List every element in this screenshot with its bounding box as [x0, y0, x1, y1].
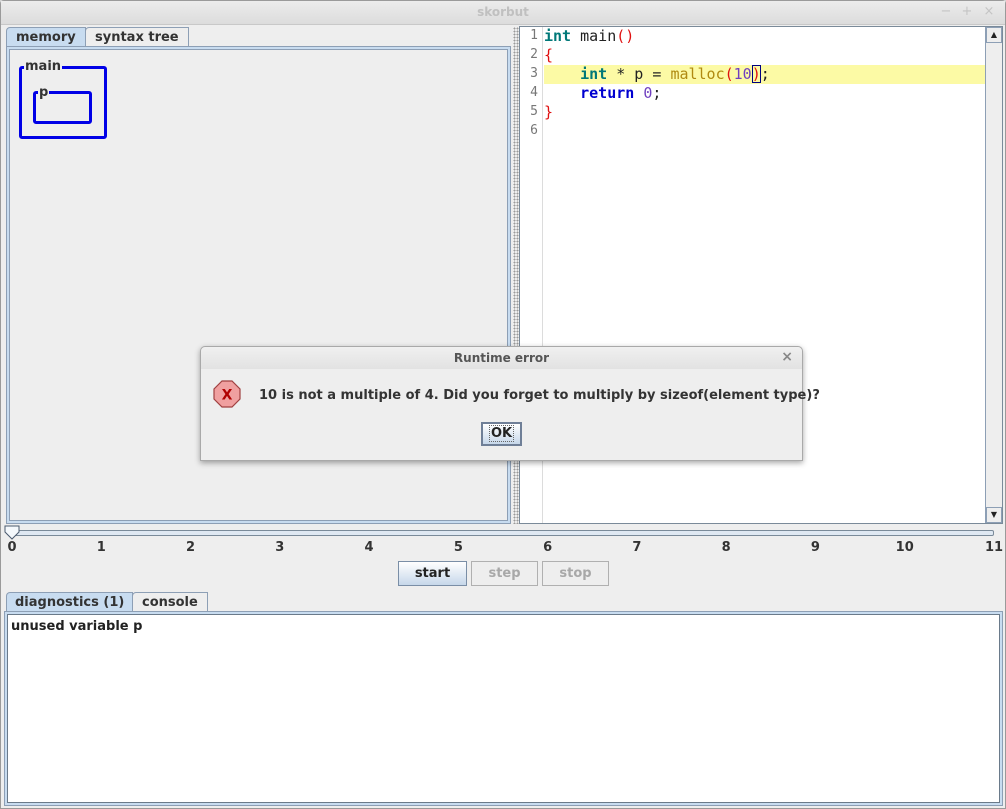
- timeline-tick-label: 7: [632, 540, 642, 555]
- code-line[interactable]: {: [544, 46, 985, 65]
- code-token: {: [544, 46, 554, 64]
- timeline-tick-label: 5: [453, 540, 463, 555]
- timeline-tick-label: 2: [186, 540, 196, 555]
- timeline-tick-label: 10: [895, 540, 914, 555]
- title-bar[interactable]: skorbut − + ×: [1, 1, 1005, 25]
- code-token: malloc: [670, 65, 725, 83]
- step-button[interactable]: step: [471, 561, 538, 586]
- stop-button[interactable]: stop: [542, 561, 609, 586]
- timeline-tick-label: 1: [96, 540, 106, 555]
- code-token: return: [580, 84, 635, 102]
- diagnostics-list[interactable]: unused variable p: [7, 614, 1000, 803]
- ok-button-label: OK: [488, 425, 515, 442]
- code-line[interactable]: [544, 122, 985, 141]
- timeline-tick-label: 0: [7, 540, 17, 555]
- line-number: 2: [530, 47, 538, 62]
- timeline-tick-label: 11: [984, 540, 1004, 555]
- code-line[interactable]: int * p = malloc(10);: [544, 65, 985, 84]
- main-window: skorbut − + × memory syntax tree main p …: [0, 0, 1006, 809]
- line-number: 3: [530, 66, 538, 81]
- error-icon-glyph: X: [222, 388, 233, 404]
- runtime-error-dialog: Runtime error × X 10 is not a multiple o…: [200, 346, 820, 461]
- timeline-tick-label: 8: [721, 540, 731, 555]
- code-token: main: [571, 27, 617, 45]
- tab-syntax-tree[interactable]: syntax tree: [85, 27, 189, 47]
- code-token: 10: [733, 65, 752, 83]
- error-icon: X: [213, 380, 241, 408]
- code-line[interactable]: int main(): [544, 27, 985, 46]
- code-token: }: [544, 103, 554, 121]
- dialog-close-icon[interactable]: ×: [781, 349, 793, 365]
- line-number: 1: [530, 28, 538, 43]
- code-line[interactable]: }: [544, 103, 985, 122]
- scroll-down-icon[interactable]: ▼: [986, 507, 1002, 523]
- code-token: ;: [760, 65, 770, 83]
- code-line[interactable]: return 0;: [544, 84, 985, 103]
- stack-frame-label: main: [24, 59, 63, 74]
- dialog-title: Runtime error: [453, 351, 550, 365]
- line-number: 5: [530, 104, 538, 119]
- code-token: (: [724, 65, 734, 83]
- code-token: int: [580, 65, 608, 83]
- timeline-tick-label: 9: [810, 540, 820, 555]
- dialog-message: 10 is not a multiple of 4. Did you forge…: [259, 388, 820, 403]
- code-token: ): [751, 65, 761, 83]
- close-window-button[interactable]: ×: [981, 4, 997, 19]
- minimize-button[interactable]: −: [938, 4, 954, 19]
- tab-console[interactable]: console: [132, 592, 208, 612]
- maximize-button[interactable]: +: [959, 4, 975, 19]
- window-title: skorbut: [477, 5, 529, 19]
- code-token: int: [544, 27, 572, 45]
- vertical-scrollbar[interactable]: ▲ ▼: [985, 27, 1002, 523]
- timeline-slider-track[interactable]: [9, 530, 994, 536]
- timeline-tick-label: 3: [275, 540, 285, 555]
- line-number: 6: [530, 123, 538, 138]
- timeline-tick-label: 6: [543, 540, 553, 555]
- start-button[interactable]: start: [398, 561, 467, 586]
- diagnostic-message[interactable]: unused variable p: [11, 619, 142, 634]
- tab-memory[interactable]: memory: [6, 27, 86, 47]
- timeline-slider-thumb[interactable]: [4, 525, 20, 540]
- code-token: * p =: [607, 65, 671, 83]
- tab-diagnostics[interactable]: diagnostics (1): [6, 592, 134, 612]
- line-number: 4: [530, 85, 538, 100]
- dialog-title-bar[interactable]: Runtime error ×: [201, 347, 802, 369]
- diagnostics-panel: unused variable p: [4, 611, 1003, 806]
- variable-label: p: [38, 85, 50, 100]
- timeline-tick-label: 4: [364, 540, 374, 555]
- ok-button[interactable]: OK: [481, 422, 522, 446]
- scroll-up-icon[interactable]: ▲: [986, 27, 1002, 43]
- code-token: ;: [652, 84, 662, 102]
- code-token: (): [616, 27, 635, 45]
